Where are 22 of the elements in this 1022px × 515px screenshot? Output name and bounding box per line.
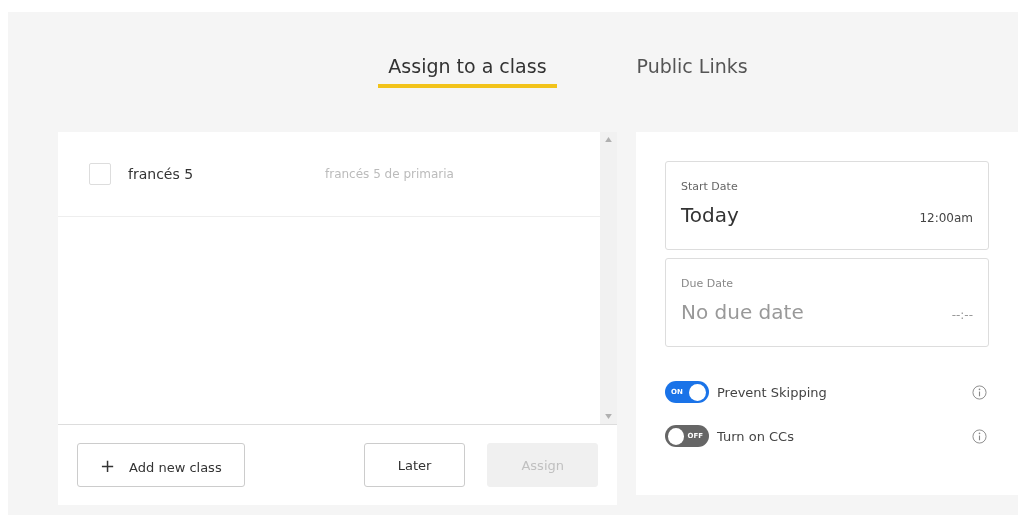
tab[interactable]: Assign to a class	[378, 48, 557, 88]
scroll-down-icon[interactable]	[605, 414, 612, 419]
date-label: Due Date	[681, 277, 734, 290]
checkbox[interactable]	[89, 163, 111, 185]
date-value: No due date	[681, 300, 804, 324]
class-name: francés 5	[128, 166, 195, 182]
add-class-button[interactable]: + Add new class	[77, 443, 245, 487]
toggle-label: Prevent Skipping	[717, 384, 828, 400]
later-button[interactable]: Later	[363, 443, 466, 487]
time-value: 12:00am	[919, 211, 973, 225]
info-icon[interactable]	[972, 384, 987, 400]
date-field[interactable]: Due Date No due date --:--	[665, 258, 989, 347]
tab[interactable]: Public Links	[626, 48, 758, 88]
toggle-label: Turn on CCs	[717, 428, 795, 444]
info-icon[interactable]	[972, 428, 987, 444]
scrollbar[interactable]	[600, 132, 617, 424]
class-description: francés 5 de primaria	[325, 167, 454, 181]
date-label: Start Date	[681, 180, 739, 193]
date-field[interactable]: Start Date Today 12:00am	[665, 161, 989, 250]
time-value: --:--	[951, 308, 973, 322]
scroll-up-icon[interactable]	[605, 137, 612, 142]
date-value: Today	[681, 203, 739, 227]
